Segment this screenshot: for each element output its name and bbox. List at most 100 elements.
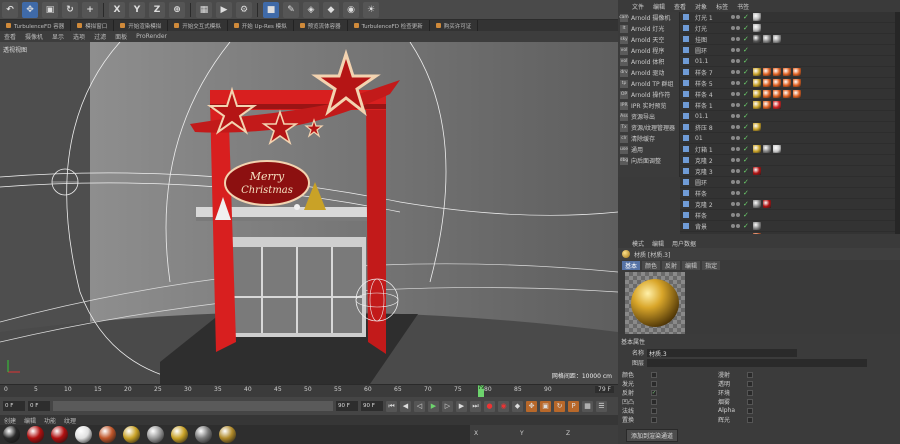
material-tag-icon[interactable] <box>753 79 761 87</box>
enabled-check-icon[interactable]: ✓ <box>743 57 753 65</box>
add-icon[interactable]: + <box>82 1 98 18</box>
attr-tab[interactable]: 反射 <box>662 261 681 270</box>
end-frame-field-2[interactable]: 90 F <box>361 401 383 411</box>
rotate-icon[interactable]: ↻ <box>62 1 78 18</box>
menu-display[interactable]: 显示 <box>52 32 64 41</box>
attr-tab[interactable]: 编辑 <box>682 261 701 270</box>
enabled-check-icon[interactable]: ✓ <box>743 24 753 32</box>
menu-user-data[interactable]: 用户数据 <box>672 239 696 248</box>
record-icon[interactable]: ● <box>484 400 495 412</box>
material-tag-icon[interactable] <box>793 79 801 87</box>
enabled-check-icon[interactable]: ✓ <box>743 156 753 164</box>
object-row[interactable]: 样条 5 ✓ <box>680 78 900 89</box>
property-checkbox[interactable] <box>651 380 657 387</box>
property-checkbox[interactable] <box>651 371 657 378</box>
arnold-menu-item[interactable]: IPR IPR 实时预览 <box>618 100 679 111</box>
enabled-check-icon[interactable]: ✓ <box>743 79 753 87</box>
material-swatch[interactable] <box>123 426 140 443</box>
menu-view[interactable]: 查看 <box>674 2 686 11</box>
arnold-menu-item[interactable]: vol Arnold 程序 <box>618 45 679 56</box>
enabled-check-icon[interactable]: ✓ <box>743 90 753 98</box>
object-row[interactable]: 地面 ✓ <box>680 232 900 234</box>
visibility-dots-icon[interactable] <box>731 169 743 173</box>
mat-menu-create[interactable]: 创建 <box>4 416 16 425</box>
material-swatch[interactable] <box>195 426 212 443</box>
visibility-dots-icon[interactable] <box>731 136 743 140</box>
z-axis-button[interactable]: Z <box>149 1 165 18</box>
enabled-check-icon[interactable]: ✓ <box>743 13 753 21</box>
arnold-menu-item[interactable]: sky Arnold 天空 <box>618 34 679 45</box>
visibility-dots-icon[interactable] <box>731 213 743 217</box>
visibility-dots-icon[interactable] <box>731 81 743 85</box>
material-tag-icon[interactable] <box>753 90 761 98</box>
render-settings-icon[interactable]: ⚙ <box>236 1 252 18</box>
enabled-check-icon[interactable]: ✓ <box>743 200 753 208</box>
object-row[interactable]: 灯光 1 ✓ <box>680 12 900 23</box>
visibility-dots-icon[interactable] <box>731 48 743 52</box>
visibility-dots-icon[interactable] <box>731 125 743 129</box>
material-tag-icon[interactable] <box>753 222 761 230</box>
material-tag-icon[interactable] <box>763 68 771 76</box>
object-row[interactable]: 灯光 ✓ <box>680 23 900 34</box>
tab-turbulence-container[interactable]: TurbulenceFD 容器 <box>0 20 72 31</box>
next-key-icon[interactable]: ▶ <box>456 400 467 412</box>
arnold-menu-item[interactable]: OP Arnold 操作符 <box>618 89 679 100</box>
x-axis-button[interactable]: X <box>109 1 125 18</box>
tab-upres-sim[interactable]: 开始 Up-Res 模拟 <box>228 20 294 31</box>
menu-filter[interactable]: 过滤 <box>94 32 106 41</box>
play-icon[interactable]: ▶ <box>428 400 439 412</box>
menu-prorender[interactable]: ProRender <box>136 33 167 40</box>
position-frame-field[interactable]: 0 F <box>28 401 50 411</box>
visibility-dots-icon[interactable] <box>731 114 743 118</box>
property-checkbox[interactable] <box>651 398 657 405</box>
tab-buy-license[interactable]: 购买许可证 <box>430 20 479 31</box>
enabled-check-icon[interactable]: ✓ <box>743 112 753 120</box>
mat-menu-function[interactable]: 功能 <box>44 416 56 425</box>
pen-icon[interactable]: ✎ <box>283 1 299 18</box>
menu-bookmarks[interactable]: 书签 <box>737 2 749 11</box>
material-tag-icon[interactable] <box>753 200 761 208</box>
mat-menu-edit[interactable]: 编辑 <box>24 416 36 425</box>
material-tag-icon[interactable] <box>763 79 771 87</box>
world-icon[interactable]: ⊕ <box>169 1 185 18</box>
visibility-dots-icon[interactable] <box>731 37 743 41</box>
material-tag-icon[interactable] <box>773 145 781 153</box>
timeline-slider[interactable] <box>53 401 333 411</box>
menu-mode[interactable]: 模式 <box>632 239 644 248</box>
material-tag-icon[interactable] <box>753 35 761 43</box>
material-tag-icon[interactable] <box>773 68 781 76</box>
arnold-menu-item[interactable]: tp Arnold TP 群组 <box>618 78 679 89</box>
object-row[interactable]: 圆环 ✓ <box>680 45 900 56</box>
menu-objects[interactable]: 对象 <box>695 2 707 11</box>
material-swatch[interactable] <box>171 426 188 443</box>
deformer-icon[interactable]: ◆ <box>323 1 339 18</box>
attr-tab[interactable]: 基本 <box>622 261 641 270</box>
menu-edit[interactable]: 编辑 <box>652 239 664 248</box>
material-tag-icon[interactable] <box>753 13 761 21</box>
timeline-menu-icon[interactable]: ☰ <box>596 400 607 412</box>
mat-menu-texture[interactable]: 纹理 <box>64 416 76 425</box>
tab-interactive-sim[interactable]: 开始交互式模拟 <box>168 20 228 31</box>
arnold-menu-item[interactable]: vol Arnold 体积 <box>618 56 679 67</box>
cube-icon[interactable]: ■ <box>263 1 279 18</box>
enabled-check-icon[interactable]: ✓ <box>743 134 753 142</box>
tab-check-update[interactable]: TurbulenceFD 检查更新 <box>348 20 430 31</box>
object-row[interactable]: 样条 1 ✓ <box>680 100 900 111</box>
param-key-icon[interactable]: P <box>568 400 579 412</box>
visibility-dots-icon[interactable] <box>731 103 743 107</box>
goto-end-icon[interactable]: ⏭ <box>470 400 481 412</box>
camera-icon[interactable]: ◉ <box>343 1 359 18</box>
enabled-check-icon[interactable]: ✓ <box>743 35 753 43</box>
visibility-dots-icon[interactable] <box>731 202 743 206</box>
object-row[interactable]: 挤压 8 ✓ <box>680 122 900 133</box>
scale-icon[interactable]: ▣ <box>42 1 58 18</box>
enabled-check-icon[interactable]: ✓ <box>743 178 753 186</box>
object-row[interactable]: 样条 ✓ <box>680 188 900 199</box>
visibility-dots-icon[interactable] <box>731 147 743 151</box>
object-row[interactable]: 01.1 ✓ <box>680 56 900 67</box>
material-tag-icon[interactable] <box>793 68 801 76</box>
perspective-viewport[interactable]: Merry Christmas 透视视图 网格间距：10000 cm <box>0 42 618 384</box>
tab-sim-window[interactable]: 模拟窗口 <box>71 20 115 31</box>
material-swatch[interactable] <box>3 426 20 443</box>
enabled-check-icon[interactable]: ✓ <box>743 167 753 175</box>
